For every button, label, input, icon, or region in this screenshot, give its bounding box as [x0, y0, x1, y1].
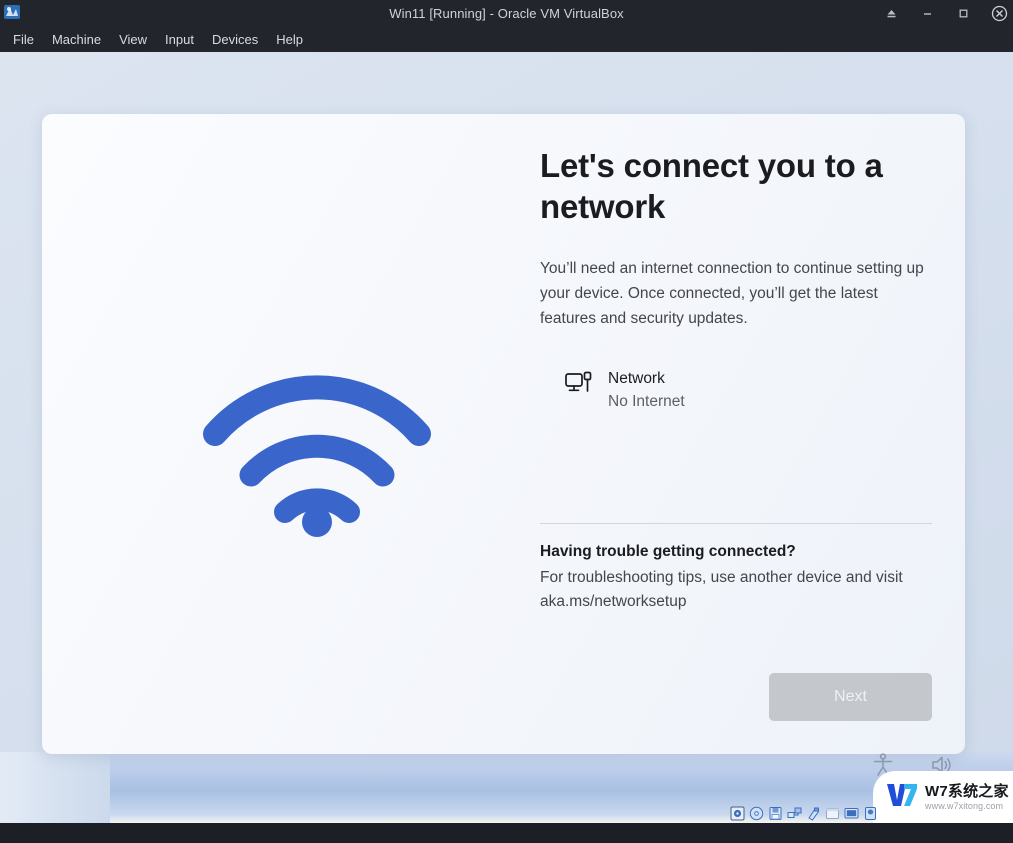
menu-file[interactable]: File	[4, 29, 43, 50]
watermark-url: www.w7xitong.com	[925, 800, 1004, 811]
minimize-button[interactable]	[917, 3, 937, 23]
w7-logo-icon	[885, 781, 919, 814]
window-title: Win11 [Running] - Oracle VM VirtualBox	[389, 5, 624, 21]
guest-screen: Let's connect you to a network You’ll ne…	[0, 52, 1013, 823]
floppy-drive-icon[interactable]	[767, 805, 783, 821]
troubleshoot-title: Having trouble getting connected?	[540, 542, 796, 560]
network-adapter-icon[interactable]	[786, 805, 802, 821]
network-status: No Internet	[608, 393, 685, 411]
network-list-item[interactable]: Network No Internet	[540, 361, 932, 420]
section-divider	[540, 522, 932, 524]
wifi-icon	[172, 354, 462, 554]
vbox-titlebar: Win11 [Running] - Oracle VM VirtualBox	[0, 0, 1013, 26]
recording-icon[interactable]	[862, 805, 878, 821]
menu-devices[interactable]: Devices	[203, 29, 267, 50]
menu-view[interactable]: View	[110, 29, 156, 50]
virtualbox-icon	[3, 3, 21, 21]
menu-input[interactable]: Input	[156, 29, 203, 50]
page-description: You’ll need an internet connection to co…	[540, 259, 924, 328]
next-button[interactable]: Next	[769, 673, 932, 722]
shared-folders-icon[interactable]	[824, 805, 840, 821]
optical-drive-icon[interactable]	[748, 805, 764, 821]
menu-machine[interactable]: Machine	[43, 29, 110, 50]
watermark-title: W7系统之家	[925, 782, 1009, 800]
oobe-content: Let's connect you to a network You’ll ne…	[540, 146, 932, 722]
troubleshoot-body: For troubleshooting tips, use another de…	[540, 568, 903, 611]
page-title: Let's connect you to a network	[540, 147, 883, 225]
display-icon[interactable]	[843, 805, 859, 821]
wired-network-icon	[564, 369, 594, 404]
watermark: W7系统之家 www.w7xitong.com	[873, 771, 1013, 823]
vbox-statusbar	[0, 823, 1013, 843]
restore-button[interactable]	[953, 3, 973, 23]
network-item-text: Network No Internet	[608, 367, 685, 414]
eject-button[interactable]	[881, 3, 901, 23]
network-name: Network	[608, 370, 665, 388]
menu-help[interactable]: Help	[267, 29, 312, 50]
window-controls	[881, 0, 1009, 26]
hard-disk-icon[interactable]	[729, 805, 745, 821]
oobe-card: Let's connect you to a network You’ll ne…	[42, 114, 965, 754]
vbox-menubar: File Machine View Input Devices Help	[0, 26, 1013, 52]
close-button[interactable]	[989, 3, 1009, 23]
watermark-text: W7系统之家 www.w7xitong.com	[925, 784, 1009, 811]
button-row: Next	[540, 673, 932, 722]
vbox-status-icons	[729, 805, 878, 821]
usb-icon[interactable]	[805, 805, 821, 821]
